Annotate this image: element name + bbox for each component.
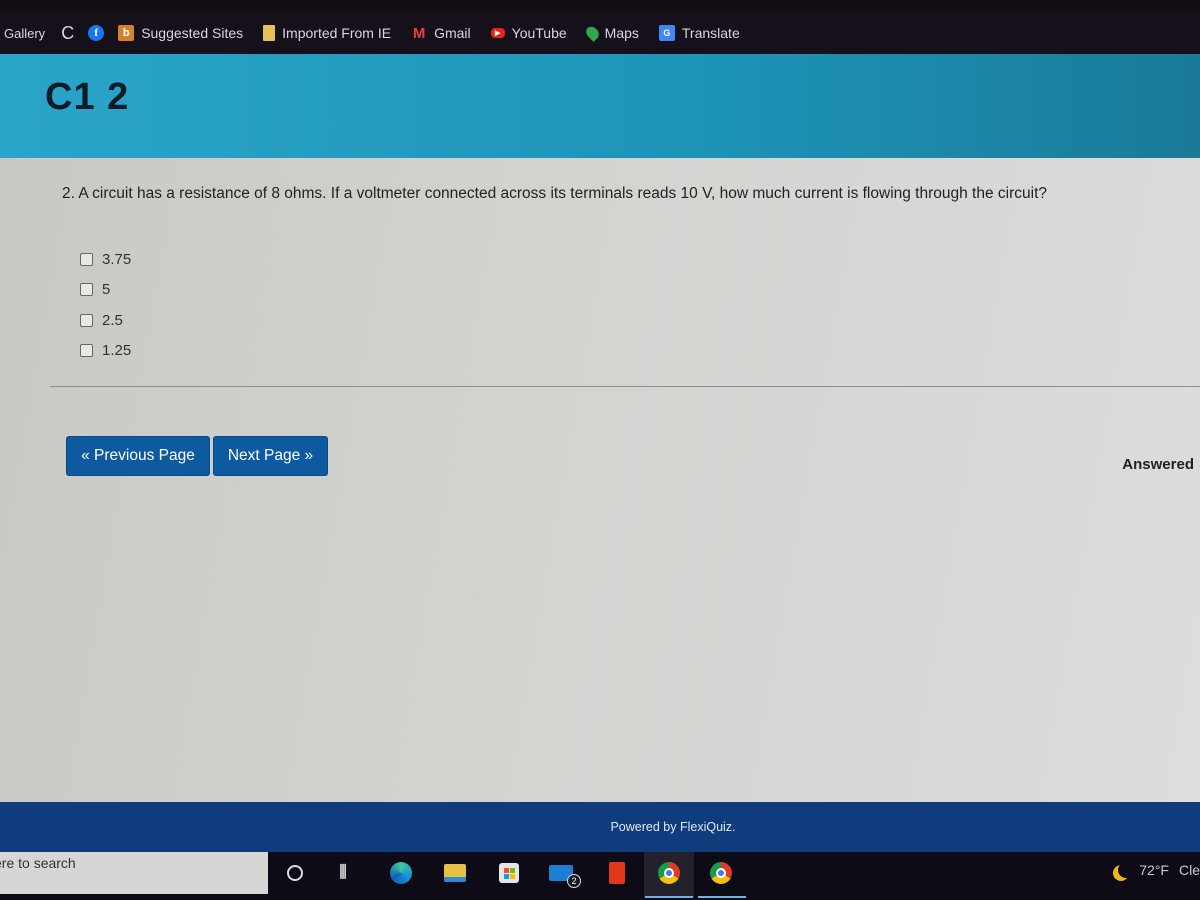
cortana-button[interactable] [282,860,308,886]
bookmark-label: YouTube [511,25,567,41]
answer-checkbox[interactable] [80,344,93,358]
windows-taskbar: ere to search ⫼ 2 72°F Cle [0,852,1200,900]
quiz-title: C1 2 [45,76,130,118]
quiz-header: C1 2 [0,54,1200,158]
folder-icon [263,25,276,41]
chrome-icon [710,862,732,884]
answer-label: 2.5 [102,311,123,329]
moon-icon [1118,862,1134,878]
mail-badge: 2 [567,874,581,888]
bookmark-gallery[interactable]: Gallery [4,26,45,41]
bookmarks-bar: Gallery C f b Suggested Sites Imported F… [0,12,1200,54]
bookmark-label: Suggested Sites [141,25,244,41]
bookmark-suggested-sites[interactable]: b Suggested Sites [118,25,243,41]
bookmark-youtube[interactable]: ▶ YouTube [490,25,567,41]
office-icon [609,862,625,884]
taskbar-search-box[interactable]: ere to search [0,852,268,894]
bookmark-label: Translate [681,25,740,41]
maps-pin-icon [583,24,601,42]
search-placeholder: ere to search [0,855,76,871]
c-letter-icon: C [61,22,75,43]
bookmark-facebook[interactable]: f [88,25,105,41]
weather-widget[interactable]: 72°F Cle [1113,862,1200,878]
mail-icon: 2 [549,865,581,888]
bookmark-label: Gmail [434,25,471,41]
taskbar-file-explorer[interactable] [442,860,468,886]
answer-option[interactable]: 5 [80,275,131,306]
divider [50,386,1200,387]
question-text: 2. A circuit has a resistance of 8 ohms.… [62,185,1048,202]
powered-by-text: Powered by FlexiQuiz. [610,820,736,834]
chrome-icon [658,862,680,884]
answer-options: 3.75 5 2.5 1.25 [80,244,131,366]
task-view-button[interactable]: ⫼ [330,860,356,886]
cortana-circle-icon [287,865,303,881]
answer-label: 5 [102,281,111,299]
microsoft-store-icon [499,863,519,883]
bookmark-c[interactable]: C [61,23,74,44]
file-explorer-icon [444,864,466,882]
edge-icon [390,862,412,884]
taskbar-chrome-2[interactable] [708,860,734,886]
youtube-icon: ▶ [490,28,505,38]
answer-label: 3.75 [102,250,132,268]
bookmark-imported-from-ie[interactable]: Imported From IE [263,25,391,41]
answer-option[interactable]: 2.5 [80,305,131,336]
quiz-footer: Powered by FlexiQuiz. [0,802,1200,852]
taskbar-mail[interactable]: 2 [548,860,581,888]
bookmark-label: Imported From IE [282,25,392,41]
gmail-icon: M [412,24,426,42]
active-indicator [645,896,693,898]
previous-page-button[interactable]: « Previous Page [67,437,209,475]
answer-option[interactable]: 1.25 [80,336,131,367]
bookmark-label: Gallery [4,25,46,41]
facebook-icon: f [88,25,105,41]
active-indicator [698,896,746,898]
bookmark-gmail[interactable]: M Gmail [411,24,471,42]
answer-checkbox[interactable] [80,252,93,266]
answer-checkbox[interactable] [80,313,93,327]
translate-icon: G [658,25,675,41]
answer-label: 1.25 [102,342,132,360]
next-page-button[interactable]: Next Page » [214,437,327,475]
bookmark-maps[interactable]: Maps [583,24,639,42]
suggested-sites-icon: b [118,25,135,41]
quiz-content: 2. A circuit has a resistance of 8 ohms.… [0,158,1200,802]
answer-option[interactable]: 3.75 [80,244,131,275]
taskbar-edge[interactable] [388,860,414,886]
answered-status: Answered [1122,456,1194,473]
taskbar-office[interactable] [604,860,630,886]
bookmark-translate[interactable]: G Translate [658,25,740,41]
taskbar-chrome-1[interactable] [656,860,682,886]
task-view-icon: ⫼ [339,864,347,881]
weather-temp: 72°F [1139,862,1169,878]
browser-chrome-top [0,0,1200,12]
bookmark-label: Maps [604,25,639,41]
answer-checkbox[interactable] [80,283,93,297]
weather-desc: Cle [1178,862,1200,878]
taskbar-store[interactable] [496,860,522,886]
